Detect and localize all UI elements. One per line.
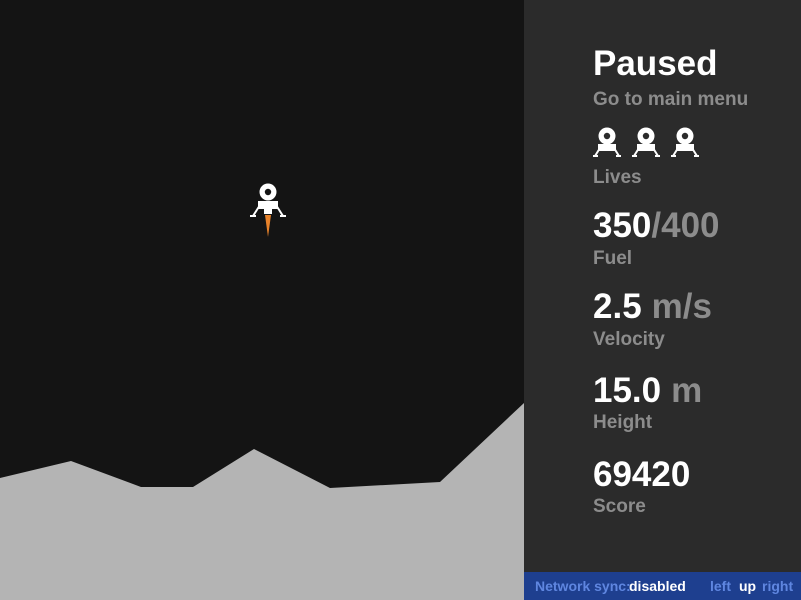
- game-canvas[interactable]: [0, 0, 524, 600]
- key-up-indicator: up: [739, 578, 757, 594]
- lunar-terrain: [0, 403, 524, 600]
- lander-icon: [632, 127, 660, 157]
- height-label: Height: [593, 412, 653, 433]
- lives-icons: [593, 126, 699, 157]
- game-scene: [0, 183, 524, 600]
- velocity-value: 2.5 m/s: [593, 287, 712, 327]
- height-number: 15.0: [593, 371, 662, 410]
- key-left-indicator: left: [710, 578, 731, 594]
- height-unit: m: [671, 371, 703, 410]
- lander-icon: [593, 127, 621, 157]
- score-value: 69420: [593, 455, 691, 494]
- height-value: 15.0 m: [593, 371, 702, 411]
- fuel-current: 350: [593, 206, 652, 245]
- status-bar: Network sync: disabled left up right: [524, 572, 801, 600]
- velocity-label: Velocity: [593, 329, 665, 350]
- lander-icon: [671, 127, 699, 157]
- fuel-max: /400: [651, 206, 720, 245]
- lives-label: Lives: [593, 167, 642, 188]
- fuel-value: 350/400: [593, 206, 720, 246]
- pause-title: Paused: [593, 44, 718, 83]
- stats-panel: Paused Go to main menu Lives 350/400 Fue…: [524, 0, 801, 600]
- network-sync-value[interactable]: disabled: [629, 578, 686, 594]
- main-menu-link[interactable]: Go to main menu: [593, 89, 748, 111]
- velocity-unit: m/s: [651, 287, 712, 326]
- key-right-indicator: right: [762, 578, 794, 594]
- network-sync-label: Network sync:: [535, 578, 631, 594]
- velocity-number: 2.5: [593, 287, 642, 326]
- fuel-label: Fuel: [593, 248, 633, 269]
- lunar-lander-icon: [250, 183, 286, 237]
- thruster-flame: [265, 215, 271, 237]
- score-label: Score: [593, 496, 646, 517]
